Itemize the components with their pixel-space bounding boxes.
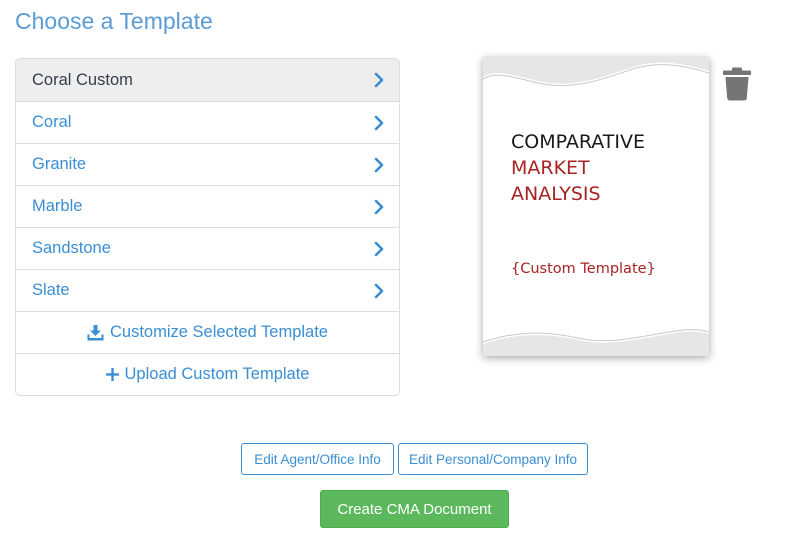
preview-custom-label: {Custom Template}	[511, 261, 656, 277]
template-item-label: Coral Custom	[32, 70, 133, 89]
template-item-coral-custom[interactable]: Coral Custom	[16, 59, 399, 101]
template-list: Coral Custom Coral Granite Marble Sandst…	[15, 58, 400, 396]
upload-template-button[interactable]: Upload Custom Template	[16, 353, 399, 395]
preview-heading-line2: MARKET	[511, 157, 590, 179]
preview-bottom-wave	[483, 329, 709, 356]
edit-agent-office-info-button[interactable]: Edit Agent/Office Info	[241, 443, 394, 475]
plus-icon	[105, 368, 119, 381]
preview-heading-line1: COMPARATIVE	[511, 131, 646, 153]
template-item-granite[interactable]: Granite	[16, 143, 399, 185]
template-item-coral[interactable]: Coral	[16, 101, 399, 143]
chevron-right-icon	[374, 199, 384, 214]
chevron-right-icon	[374, 72, 384, 88]
preview-heading: COMPARATIVE MARKET ANALYSIS	[511, 129, 645, 207]
chevron-right-icon	[374, 283, 384, 298]
chevron-right-icon	[374, 241, 384, 256]
template-item-label: Sandstone	[32, 239, 111, 257]
template-item-label: Granite	[32, 155, 87, 173]
customize-template-button[interactable]: Customize Selected Template	[16, 311, 399, 353]
edit-personal-company-info-button[interactable]: Edit Personal/Company Info	[398, 443, 588, 475]
preview-top-wave	[483, 57, 709, 87]
template-item-marble[interactable]: Marble	[16, 185, 399, 227]
preview-heading-line3: ANALYSIS	[511, 183, 601, 205]
chevron-right-icon	[374, 115, 384, 130]
customize-template-label: Customize Selected Template	[110, 323, 328, 341]
template-item-sandstone[interactable]: Sandstone	[16, 227, 399, 269]
upload-template-label: Upload Custom Template	[124, 365, 310, 383]
template-item-label: Marble	[32, 197, 83, 215]
page-title: Choose a Template	[15, 8, 213, 34]
template-preview[interactable]: COMPARATIVE MARKET ANALYSIS {Custom Temp…	[483, 57, 709, 356]
template-item-label: Coral	[32, 113, 72, 131]
download-icon	[87, 324, 104, 341]
chevron-right-icon	[374, 157, 384, 172]
trash-icon[interactable]	[722, 67, 752, 101]
template-item-slate[interactable]: Slate	[16, 269, 399, 311]
template-item-label: Slate	[32, 281, 70, 299]
create-cma-document-button[interactable]: Create CMA Document	[320, 490, 509, 528]
